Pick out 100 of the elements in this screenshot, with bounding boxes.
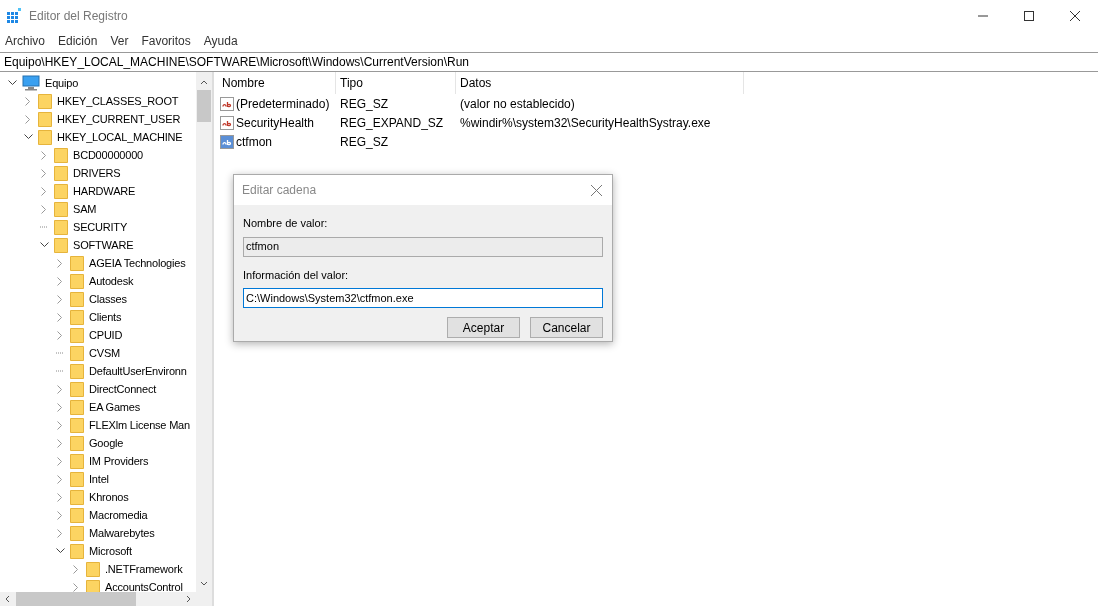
folder-icon	[38, 129, 52, 145]
string-value-icon	[220, 115, 234, 130]
folder-icon	[54, 165, 68, 181]
chevron-down-icon[interactable]	[55, 548, 65, 554]
chevron-right-icon[interactable]	[57, 528, 63, 538]
chevron-right-icon[interactable]	[57, 474, 63, 484]
tree-item[interactable]: CPUID	[89, 326, 123, 344]
menu-item[interactable]: Edición	[58, 32, 98, 50]
folder-icon	[86, 561, 100, 577]
tree-item[interactable]: .NETFramework	[105, 560, 183, 578]
vertical-scrollbar[interactable]	[196, 72, 212, 592]
folder-icon	[38, 93, 52, 109]
tree-item[interactable]: Classes	[89, 290, 127, 308]
tree-item[interactable]: AGEIA Technologies	[89, 254, 186, 272]
folder-icon	[70, 345, 84, 361]
folder-icon	[54, 219, 68, 235]
field-label: Nombre de valor:	[243, 216, 329, 231]
column-header[interactable]: Tipo	[336, 72, 456, 94]
column-header[interactable]: Datos	[456, 72, 744, 94]
close-icon[interactable]	[591, 184, 602, 196]
tree-item[interactable]: DirectConnect	[89, 380, 157, 398]
table-cell-text: REG_SZ	[339, 95, 389, 113]
chevron-right-icon[interactable]	[57, 276, 63, 286]
chevron-right-icon[interactable]	[41, 150, 47, 160]
tree-item[interactable]: BCD00000000	[73, 146, 143, 164]
chevron-right-icon[interactable]	[41, 204, 47, 214]
tree-item[interactable]: HARDWARE	[73, 182, 136, 200]
chevron-down-icon[interactable]	[7, 80, 17, 86]
tree-item[interactable]: Macromedia	[89, 506, 148, 524]
folder-icon	[70, 471, 84, 487]
input-field: ctfmon	[243, 236, 603, 257]
tree-item[interactable]: SAM	[73, 200, 97, 218]
chevron-right-icon[interactable]	[57, 438, 63, 448]
tree-item[interactable]: Microsoft	[89, 542, 132, 560]
chevron-right-icon[interactable]	[57, 492, 63, 502]
chevron-right-icon[interactable]	[57, 258, 63, 268]
table-cell-text: REG_EXPAND_SZ	[339, 114, 445, 132]
chevron-right-icon[interactable]	[41, 168, 47, 178]
chevron-right-icon[interactable]	[57, 294, 63, 304]
tree-item[interactable]: AccountsControl	[105, 578, 183, 592]
folder-icon	[54, 237, 68, 253]
input-field[interactable]: C:\Windows\System32\ctfmon.exe	[243, 288, 603, 308]
horizontal-scrollbar[interactable]	[0, 592, 212, 606]
tree-item[interactable]: Equipo	[45, 74, 79, 92]
table-cell-text: ctfmon	[236, 133, 272, 151]
folder-icon	[70, 507, 84, 523]
tree-item[interactable]: EA Games	[89, 398, 140, 416]
folder-icon	[70, 327, 84, 343]
folder-icon	[70, 543, 84, 559]
chevron-right-icon[interactable]	[57, 384, 63, 394]
chevron-right-icon[interactable]	[57, 402, 63, 412]
tree-item[interactable]: SOFTWARE	[73, 236, 134, 254]
scrollbar-thumb[interactable]	[197, 90, 212, 122]
tree-item[interactable]: CVSM	[89, 344, 120, 362]
tree-item[interactable]: Clients	[89, 308, 122, 326]
folder-icon	[38, 111, 52, 127]
tree-item[interactable]: Khronos	[89, 488, 129, 506]
address-bar[interactable]: Equipo\HKEY_LOCAL_MACHINE\SOFTWARE\Microsoft\Windows\CurrentVersion\Run	[0, 52, 1098, 72]
table-cell-text: (valor no establecido)	[459, 95, 576, 113]
menu-item[interactable]: Archivo	[5, 32, 45, 50]
string-value-icon	[220, 134, 234, 149]
string-value-icon	[220, 96, 234, 111]
tree-item[interactable]: Autodesk	[89, 272, 134, 290]
folder-icon	[70, 309, 84, 325]
folder-icon	[70, 525, 84, 541]
menu-item[interactable]: Favoritos	[141, 32, 191, 50]
tree-item[interactable]: Malwarebytes	[89, 524, 155, 542]
tree-item[interactable]: DRIVERS	[73, 164, 121, 182]
folder-icon	[70, 255, 84, 271]
chevron-right-icon[interactable]	[57, 330, 63, 340]
tree-item[interactable]: HKEY_CLASSES_ROOT	[57, 92, 179, 110]
tree-item[interactable]: IM Providers	[89, 452, 149, 470]
chevron-down-icon[interactable]	[23, 134, 33, 140]
tree-item[interactable]: HKEY_LOCAL_MACHINE	[57, 128, 183, 146]
column-header[interactable]: Nombre	[218, 72, 336, 94]
chevron-right-icon[interactable]	[57, 456, 63, 466]
tree-item[interactable]: Google	[89, 434, 124, 452]
chevron-right-icon[interactable]	[41, 186, 47, 196]
tree-item[interactable]: SECURITY	[73, 218, 128, 236]
tree-item[interactable]: FLEXlm License Man	[89, 416, 190, 434]
menu-item[interactable]: Ver	[110, 32, 129, 50]
folder-icon	[54, 183, 68, 199]
chevron-right-icon[interactable]	[57, 510, 63, 520]
tree-connector-icon	[56, 370, 64, 372]
dialog-title: Editar cadena	[242, 182, 317, 199]
dialog-button[interactable]: Aceptar	[447, 317, 520, 338]
chevron-right-icon[interactable]	[25, 96, 31, 106]
scrollbar-thumb[interactable]	[16, 592, 136, 606]
tree-item[interactable]: HKEY_CURRENT_USER	[57, 110, 181, 128]
chevron-right-icon[interactable]	[73, 582, 79, 592]
chevron-down-icon[interactable]	[39, 242, 49, 248]
menu-item[interactable]: Ayuda	[203, 32, 238, 50]
chevron-right-icon[interactable]	[25, 114, 31, 124]
tree-item[interactable]: Intel	[89, 470, 109, 488]
chevron-right-icon[interactable]	[73, 564, 79, 574]
dialog-button[interactable]: Cancelar	[530, 317, 603, 338]
chevron-right-icon[interactable]	[57, 420, 63, 430]
tree-item[interactable]: DefaultUserEnvironn	[89, 362, 187, 380]
chevron-right-icon[interactable]	[57, 312, 63, 322]
folder-icon	[70, 399, 84, 415]
